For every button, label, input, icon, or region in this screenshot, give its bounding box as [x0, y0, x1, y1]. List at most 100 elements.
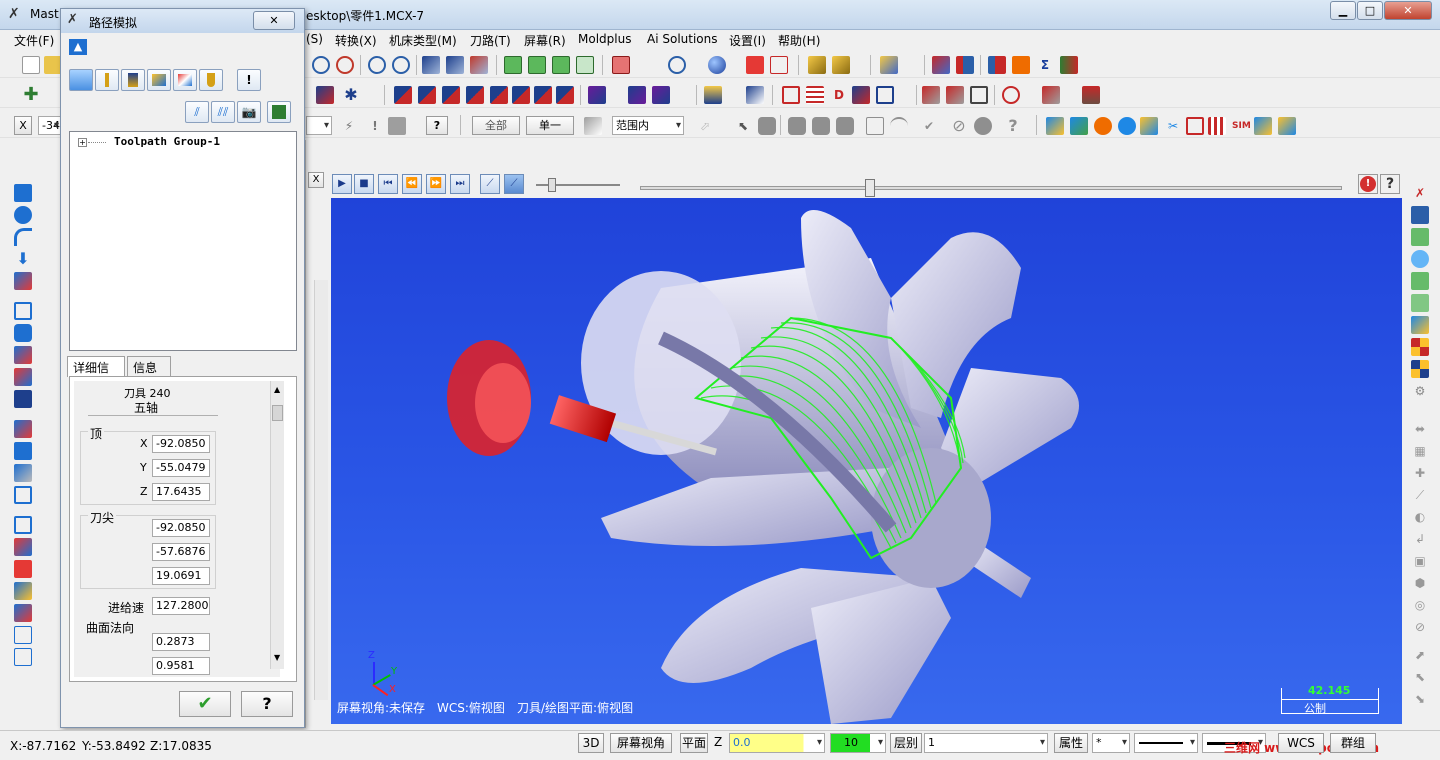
sim-icon[interactable]: SIM	[1232, 117, 1251, 135]
gray-5-icon[interactable]: ◐	[1411, 508, 1429, 526]
mode-3d-button[interactable]: 3D	[578, 733, 604, 753]
menu-file[interactable]: 文件(F)	[14, 32, 54, 49]
shape-icon[interactable]	[14, 272, 32, 290]
graphics-viewport[interactable]: Z Y X 屏幕视角:未保存 WCS:俯视图 刀具/绘图平面:俯视图 42.14…	[331, 198, 1402, 724]
level-input[interactable]: 1	[924, 733, 1048, 753]
menu-toolpath[interactable]: 刀路(T)	[470, 32, 511, 49]
sim-tool-icon[interactable]	[95, 69, 119, 91]
timeline-thumb[interactable]	[865, 179, 875, 197]
exclaim-icon[interactable]: !	[366, 117, 384, 135]
panel-scrollbar[interactable]	[314, 280, 328, 700]
speed-slider-thumb[interactable]	[548, 178, 556, 192]
d-icon[interactable]: D	[830, 86, 848, 104]
attributes-button[interactable]: 属性	[1054, 733, 1088, 753]
select-arrow-icon[interactable]: ⬀	[696, 117, 714, 135]
wand-star-icon[interactable]	[1140, 117, 1158, 135]
curve-icon[interactable]	[890, 117, 908, 135]
hex-4-icon[interactable]	[836, 117, 854, 135]
chain-icon[interactable]	[422, 56, 440, 74]
layout-icon[interactable]	[14, 516, 32, 534]
wand-2-icon[interactable]	[1278, 117, 1296, 135]
xform-wrap-icon[interactable]	[556, 86, 574, 104]
solid-8-icon[interactable]	[14, 486, 32, 504]
xform-translate-icon[interactable]	[394, 86, 412, 104]
machine-icon[interactable]	[1254, 117, 1272, 135]
blue-circle-icon[interactable]	[1118, 117, 1136, 135]
drill-icon[interactable]	[588, 86, 606, 104]
color-cube-icon[interactable]	[1411, 316, 1429, 334]
help-wand-icon[interactable]	[932, 56, 950, 74]
globe-icon[interactable]	[668, 56, 686, 74]
pointer-icon[interactable]: ⬉	[734, 117, 752, 135]
pencil-multi-icon[interactable]	[832, 56, 850, 74]
last-frame-button[interactable]: ⏭	[450, 174, 470, 194]
check-arrow-icon[interactable]: ✔	[920, 117, 938, 135]
gray-7-icon[interactable]: ▣	[1411, 552, 1429, 570]
menu-s[interactable]: (S)	[306, 32, 323, 46]
cube-gray-icon[interactable]	[866, 117, 884, 135]
level-button[interactable]: 层别	[890, 733, 922, 753]
trim-icon[interactable]	[316, 86, 334, 104]
point-style-combo[interactable]: *	[1092, 733, 1130, 753]
zoom-fit-icon[interactable]	[368, 56, 386, 74]
z-depth-input[interactable]: 0.0	[729, 733, 825, 753]
gray-10-icon[interactable]: ⊘	[1411, 618, 1429, 636]
view-front-icon[interactable]	[528, 56, 546, 74]
xform-offset-icon[interactable]	[490, 86, 508, 104]
cube-blue-icon[interactable]	[14, 582, 32, 600]
camera-icon[interactable]: 📷	[237, 101, 261, 123]
gray-1-icon[interactable]: ⬌	[1411, 420, 1429, 438]
solid-6-icon[interactable]	[14, 442, 32, 460]
delete-entity-icon[interactable]	[470, 56, 488, 74]
vise-icon[interactable]	[1208, 117, 1226, 135]
target-icon[interactable]	[1002, 86, 1020, 104]
screen-view-button[interactable]: 屏幕视角	[610, 733, 672, 753]
gray-11-icon[interactable]: ⬈	[1411, 646, 1429, 664]
stop-button[interactable]: ■	[354, 174, 374, 194]
xform-array-icon[interactable]	[534, 86, 552, 104]
plane-button[interactable]: 平面	[680, 733, 708, 753]
export-icon[interactable]	[1060, 56, 1078, 74]
green-cube-icon[interactable]	[1411, 228, 1429, 246]
color-selector[interactable]: 10	[830, 733, 886, 753]
hex-3-icon[interactable]	[812, 117, 830, 135]
select-single-button[interactable]: 单一	[526, 116, 574, 135]
view-side-icon[interactable]	[552, 56, 570, 74]
menu-settings[interactable]: 设置(I)	[729, 32, 766, 49]
lightning-icon[interactable]: ⚡	[340, 117, 358, 135]
toolpath-tree[interactable]: + Toolpath Group-1	[69, 131, 297, 351]
sim-warning-icon[interactable]: !	[237, 69, 261, 91]
step-forward-button[interactable]: ⏩	[426, 174, 446, 194]
cube-blue-2-icon[interactable]	[14, 604, 32, 622]
add-icon[interactable]: ✚	[22, 86, 40, 104]
measure-2-icon[interactable]	[946, 86, 964, 104]
zoom-window-icon[interactable]	[312, 56, 330, 74]
tool-display-button[interactable]: ⟋	[504, 174, 524, 194]
hex-1-icon[interactable]	[758, 117, 776, 135]
x-coord-input[interactable]: -34	[38, 116, 62, 135]
cube-outline-3-icon[interactable]	[14, 648, 32, 666]
gray-6-icon[interactable]: ↲	[1411, 530, 1429, 548]
gray-2-icon[interactable]: ▦	[1411, 442, 1429, 460]
monitor-icon[interactable]	[388, 117, 406, 135]
gray-4-icon[interactable]: ⟋	[1411, 486, 1429, 504]
collapse-up-icon[interactable]: ▲	[69, 39, 87, 55]
entity-combo[interactable]	[306, 116, 332, 135]
green-cube-3-icon[interactable]	[1411, 294, 1429, 312]
step-back-button[interactable]: ⏪	[402, 174, 422, 194]
arrow-down-icon[interactable]: ⬇	[14, 250, 32, 268]
stack-icon[interactable]	[1186, 117, 1204, 135]
dialog-title-bar[interactable]: ✗ 路径模拟 ✕	[61, 9, 304, 33]
play-button[interactable]: ▶	[332, 174, 352, 194]
cutter-icon[interactable]	[1042, 86, 1060, 104]
sim-holder-icon[interactable]	[121, 69, 145, 91]
cube-outline-2-icon[interactable]	[14, 626, 32, 644]
tab-info[interactable]: 信息	[127, 356, 171, 376]
question-gray-icon[interactable]: ?	[1004, 117, 1022, 135]
table-icon[interactable]	[782, 86, 800, 104]
sigma-icon[interactable]: Σ	[1036, 56, 1054, 74]
measure-icon[interactable]	[922, 86, 940, 104]
orange-icon[interactable]	[1012, 56, 1030, 74]
minimize-button[interactable]: ▁	[1330, 1, 1356, 20]
box-icon[interactable]	[876, 86, 894, 104]
